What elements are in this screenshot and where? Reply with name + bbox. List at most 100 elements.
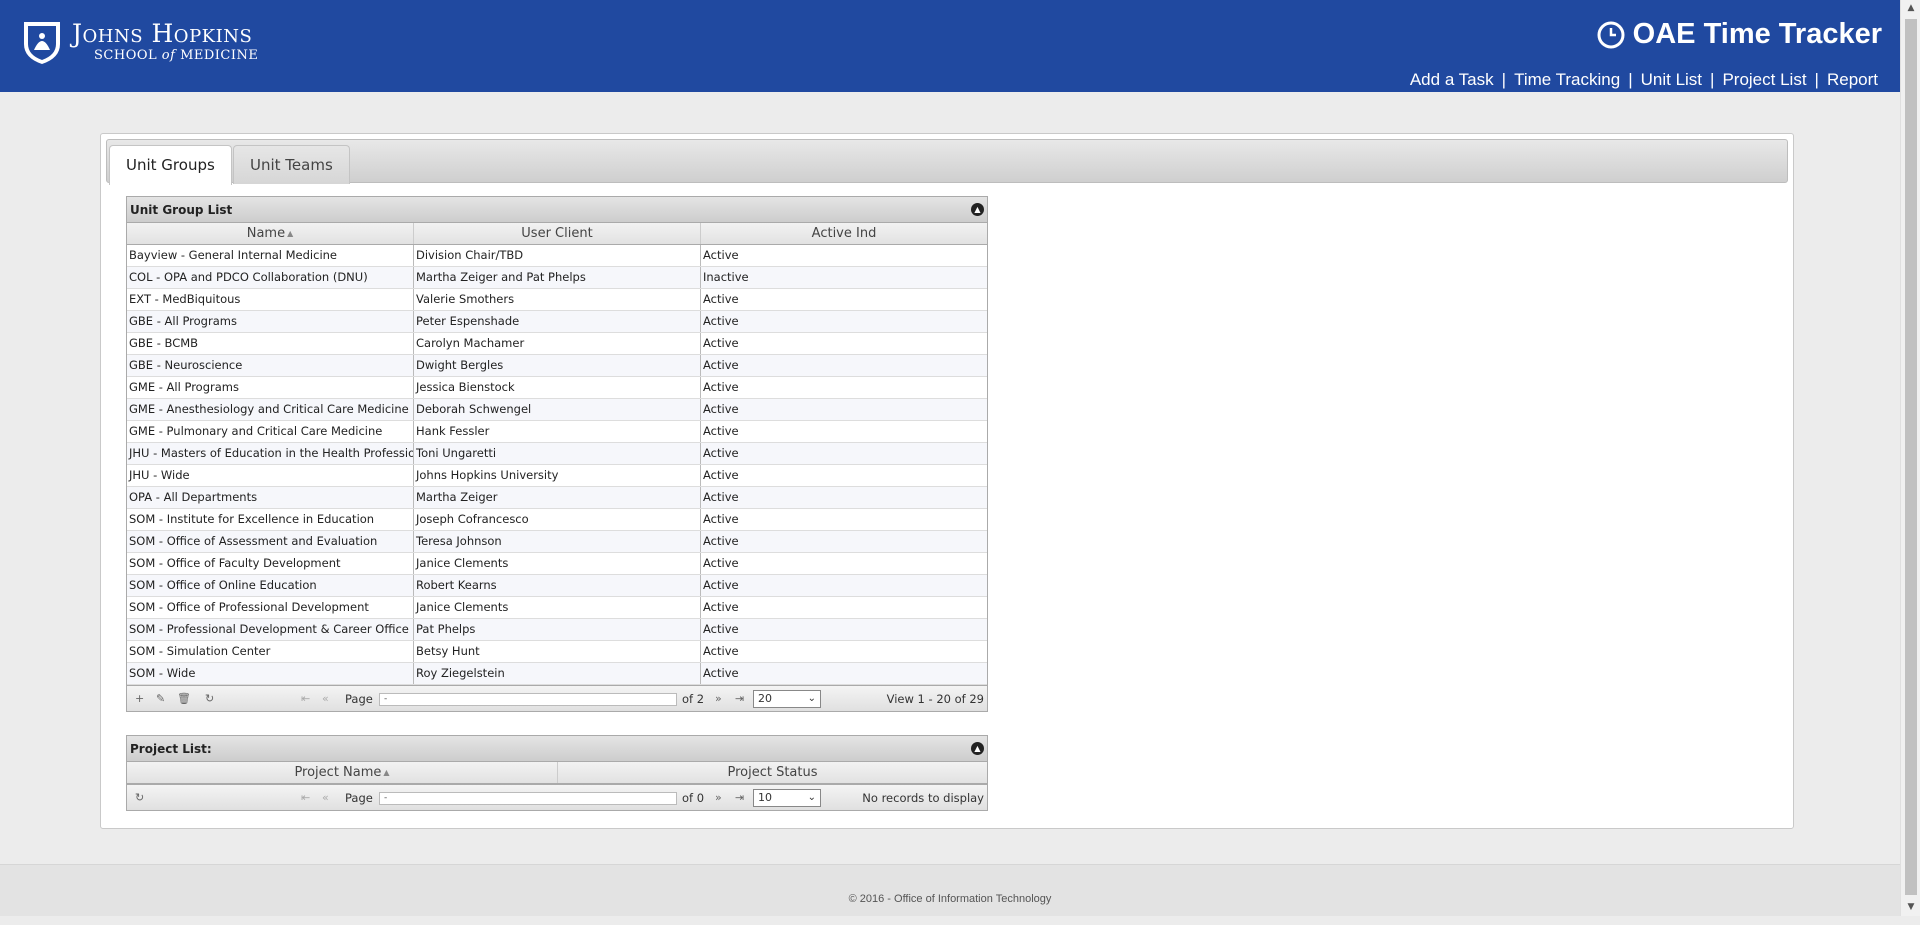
cell-user-client: Hank Fessler [414,421,701,442]
table-row[interactable]: JHU - Masters of Education in the Health… [127,443,987,465]
cell-active-ind: Active [703,512,739,526]
cell-active-ind: Active [703,468,739,482]
nav-separator: | [1501,70,1507,89]
collapse-icon[interactable]: ▲ [971,203,984,216]
cell-user-client: Peter Espenshade [414,311,701,332]
edit-icon[interactable]: ✎ [156,686,165,712]
table-row[interactable]: SOM - Office of Assessment and Evaluatio… [127,531,987,553]
scroll-up-icon[interactable]: ▲ [1901,0,1920,17]
scrollbar-thumb[interactable] [1905,19,1917,895]
table-row[interactable]: SOM - Professional Development & Career … [127,619,987,641]
site-footer: © 2016 - Office of Information Technolog… [0,864,1900,916]
table-row[interactable]: GBE - Neuroscience Dwight Bergles Active [127,355,987,377]
delete-icon[interactable]: 🗑 [177,686,191,712]
nav-separator: | [1710,70,1715,89]
clock-icon [1597,21,1625,48]
cell-name: GBE - Neuroscience [127,355,414,376]
refresh-icon[interactable]: ↻ [205,686,214,712]
last-page-icon[interactable]: ⇥ [735,785,744,811]
scroll-down-icon[interactable]: ▼ [1901,899,1920,916]
table-row[interactable]: COL - OPA and PDCO Collaboration (DNU) Ma… [127,267,987,289]
cell-name: SOM - Office of Faculty Development [127,553,414,574]
next-page-icon[interactable]: » [715,785,722,811]
footer-text: © 2016 - Office of Information Technolog… [848,893,1052,905]
cell-active-ind: Active [703,402,739,416]
next-page-icon[interactable]: » [715,686,722,712]
first-page-icon[interactable]: ⇤ [301,686,310,712]
logo-subtitle: SCHOOL of MEDICINE [94,48,259,63]
table-row[interactable]: SOM - Office of Online Education Robert K… [127,575,987,597]
jhu-logo[interactable]: Johns Hopkins SCHOOL of MEDICINE [22,20,258,66]
top-navigation: Add a Task | Time Tracking | Unit List |… [1410,70,1878,90]
table-row[interactable]: GBE - All Programs Peter Espenshade Active [127,311,987,333]
table-row[interactable]: GME - Pulmonary and Critical Care Medici… [127,421,987,443]
cell-name: SOM - Office of Online Education [127,575,414,596]
table-row[interactable]: GME - Anesthesiology and Critical Care M… [127,399,987,421]
main-panel: Unit Groups Unit Teams Unit Group List ▲… [100,133,1794,829]
add-icon[interactable]: + [135,686,144,712]
grid-body: Bayview - General Internal Medicine Divis… [127,245,987,685]
tab-unit-groups[interactable]: Unit Groups [109,145,232,185]
cell-user-client: Janice Clements [414,597,701,618]
rows-per-page-select[interactable]: 20 ⌄ [753,690,821,708]
table-row[interactable]: SOM - Institute for Excellence in Educat… [127,509,987,531]
column-header-name[interactable]: Name ▲ [127,223,414,244]
column-header-user-client[interactable]: User Client [414,223,701,244]
cell-user-client: Pat Phelps [414,619,701,640]
cell-user-client: Robert Kearns [414,575,701,596]
grid-header: Name ▲ User Client Active Ind [127,223,987,245]
nav-separator: | [1814,70,1819,89]
cell-name: SOM - Office of Professional Development [127,597,414,618]
nav-project-list[interactable]: Project List [1722,70,1806,90]
table-row[interactable]: Bayview - General Internal Medicine Divis… [127,245,987,267]
tab-bar: Unit Groups Unit Teams [106,139,1788,185]
rows-per-page-select[interactable]: 10 ⌄ [753,789,821,807]
collapse-icon[interactable]: ▲ [971,742,984,755]
table-row[interactable]: GME - All Programs Jessica Bienstock Activ… [127,377,987,399]
table-row[interactable]: SOM - Office of Faculty Development Janic… [127,553,987,575]
cell-user-client: Roy Ziegelstein [414,663,701,684]
table-row[interactable]: SOM - Office of Professional Development… [127,597,987,619]
cell-user-client: Martha Zeiger [414,487,701,508]
cell-user-client: Division Chair/TBD [414,245,701,266]
cell-active-ind: Active [703,314,739,328]
column-header-active-ind[interactable]: Active Ind [701,223,987,244]
prev-page-icon[interactable]: « [322,785,329,811]
column-header-project-status[interactable]: Project Status [558,762,987,783]
table-row[interactable]: GBE - BCMB Carolyn Machamer Active [127,333,987,355]
cell-user-client: Martha Zeiger and Pat Phelps [414,267,701,288]
cell-name: GME - Pulmonary and Critical Care Medici… [127,421,414,442]
table-row[interactable]: JHU - Wide Johns Hopkins University Active [127,465,987,487]
logo-title: Johns Hopkins [72,19,253,48]
cell-user-client: Toni Ungaretti [414,443,701,464]
grid-caption: Unit Group List ▲ [127,197,987,223]
page-count: of 0 [682,791,705,805]
nav-time-tracking[interactable]: Time Tracking [1514,70,1620,90]
column-header-project-name[interactable]: Project Name ▲ [127,762,558,783]
page-input[interactable]: - [379,693,677,706]
cell-user-client: Janice Clements [414,553,701,574]
prev-page-icon[interactable]: « [322,686,329,712]
cell-user-client: Carolyn Machamer [414,333,701,354]
refresh-icon[interactable]: ↻ [135,785,144,811]
cell-name: Bayview - General Internal Medicine [127,245,414,266]
nav-add-a-task[interactable]: Add a Task [1410,70,1494,90]
table-row[interactable]: SOM - Wide Roy Ziegelstein Active [127,663,987,685]
table-row[interactable]: OPA - All Departments Martha Zeiger Active [127,487,987,509]
sort-icon: ▲ [383,768,390,777]
nav-report[interactable]: Report [1827,70,1878,90]
cell-active-ind: Inactive [703,270,749,284]
cell-name: GBE - BCMB [127,333,414,354]
table-row[interactable]: SOM - Simulation Center Betsy Hunt Active [127,641,987,663]
table-row[interactable]: EXT - MedBiquitous Valerie Smothers Active [127,289,987,311]
page-input[interactable]: - [379,792,677,805]
tab-unit-teams[interactable]: Unit Teams [233,145,350,184]
last-page-icon[interactable]: ⇥ [735,686,744,712]
page-scrollbar[interactable]: ▲ ▼ [1900,0,1920,916]
cell-active-ind: Active [703,578,739,592]
cell-name: COL - OPA and PDCO Collaboration (DNU) [127,267,414,288]
nav-unit-list[interactable]: Unit List [1641,70,1702,90]
first-page-icon[interactable]: ⇤ [301,785,310,811]
cell-name: SOM - Office of Assessment and Evaluatio… [127,531,414,552]
sort-icon: ▲ [287,229,294,238]
